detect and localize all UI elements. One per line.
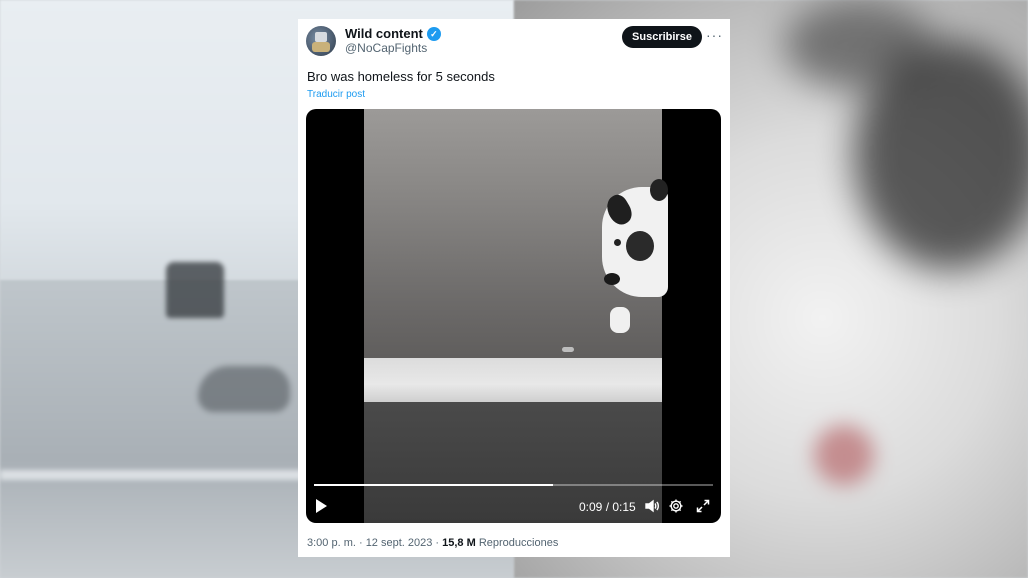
play-icon[interactable] <box>316 499 327 513</box>
tweet-card: Wild content ✓ @NoCapFights Suscribirse … <box>298 19 730 557</box>
video-frame <box>364 109 668 523</box>
tweet-text: Bro was homeless for 5 seconds <box>307 69 495 84</box>
current-time: 0:09 <box>579 500 603 514</box>
author-name[interactable]: Wild content ✓ <box>345 26 441 41</box>
fullscreen-icon[interactable] <box>695 498 711 514</box>
settings-icon[interactable] <box>668 498 684 514</box>
views-label: Reproducciones <box>478 537 559 549</box>
verified-badge-icon: ✓ <box>426 26 441 41</box>
video-progress-bar[interactable] <box>314 484 713 486</box>
views-count: 15,8 M <box>442 537 476 549</box>
subscribe-button[interactable]: Suscribirse <box>622 26 702 48</box>
tweet-meta: 3:00 p. m. · 12 sept. 2023 · 15,8 M Repr… <box>307 537 558 549</box>
avatar[interactable] <box>306 26 336 56</box>
video-progress-fill <box>314 484 554 486</box>
video-player[interactable]: 0:09 / 0:15 <box>306 109 721 523</box>
video-time-display: 0:09 / 0:15 <box>579 500 636 514</box>
background-dog-face-patch <box>854 40 1028 270</box>
author-name-text: Wild content <box>345 26 423 41</box>
video-dog <box>601 179 668 297</box>
translate-post-link[interactable]: Traducir post <box>307 89 365 100</box>
author-handle[interactable]: @NoCapFights <box>345 41 427 55</box>
background-dog-tongue <box>814 425 874 485</box>
more-options-icon[interactable]: ··· <box>706 27 723 43</box>
volume-icon[interactable] <box>644 498 660 514</box>
timestamp[interactable]: 3:00 p. m. · 12 sept. 2023 · <box>307 537 439 549</box>
background-dog <box>198 366 290 412</box>
duration: 0:15 <box>612 500 636 514</box>
background-car <box>166 262 224 318</box>
